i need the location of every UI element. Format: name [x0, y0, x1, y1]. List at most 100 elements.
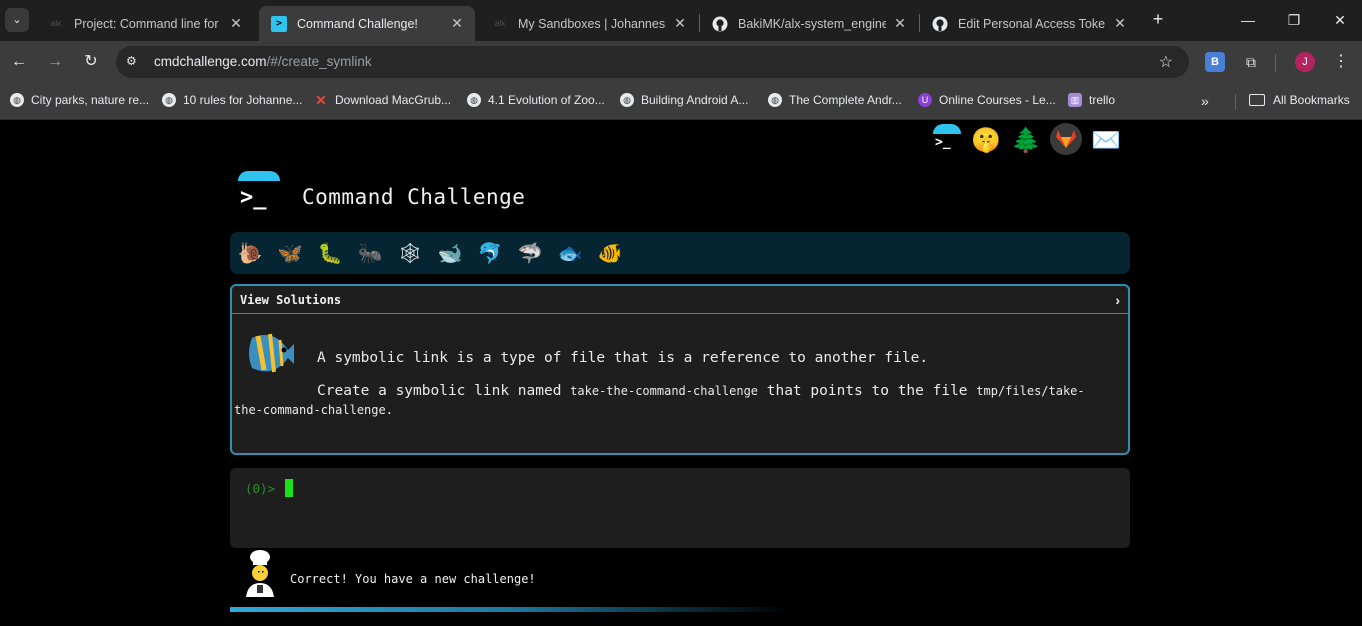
bookmark-item[interactable]: ✕ Download MacGrub... [314, 91, 451, 108]
browser-toolbar: ← → ↻ ⚙ cmdchallenge.com/#/create_symlin… [0, 41, 1362, 84]
challenge-intro: A symbolic link is a type of file that i… [317, 350, 929, 366]
forward-button[interactable]: → [44, 51, 66, 73]
tree-icon[interactable]: 🌲 [1010, 123, 1042, 157]
url-text: cmdchallenge.com/#/create_symlink [154, 54, 372, 69]
globe-icon: ◍ [467, 93, 481, 107]
url-host: cmdchallenge.com [154, 54, 267, 69]
shark-icon[interactable]: 🦈 [516, 239, 544, 267]
task-text: . [385, 403, 393, 417]
more-bookmarks-chevron-icon[interactable]: » [1201, 93, 1209, 109]
trello-icon: ▥ [1068, 93, 1082, 107]
bookmark-label: Online Courses - Le... [939, 93, 1056, 107]
tab-title: Edit Personal Access Token ( [958, 16, 1106, 31]
ant-icon[interactable]: 🐜 [356, 239, 384, 267]
page-title: Command Challenge [302, 185, 526, 209]
butterfly-icon[interactable]: 🦋 [276, 239, 304, 267]
spider-web-icon[interactable]: 🕸 [396, 239, 424, 267]
challenge-panel: View Solutions › A symbolic link is a ty… [230, 284, 1130, 455]
fish-icon[interactable]: 🐟 [556, 239, 584, 267]
bookmark-label: Building Android A... [641, 93, 749, 107]
tab-title: Command Challenge! [297, 16, 418, 31]
cook-icon [244, 549, 276, 597]
challenge-description: A symbolic link is a type of file that i… [234, 348, 1110, 420]
toolbar-separator [1275, 54, 1276, 72]
bookmark-item[interactable]: ◍ City parks, nature re... [10, 93, 149, 107]
dolphin-icon[interactable]: 🐬 [476, 239, 504, 267]
gitlab-icon[interactable] [1050, 123, 1082, 155]
bookmark-item[interactable]: ◍ 4.1 Evolution of Zoo... [467, 93, 605, 107]
tab-github-token[interactable]: Edit Personal Access Token ( ✕ [920, 6, 1138, 41]
task-text: that points to the file [758, 383, 977, 399]
tab-sandboxes[interactable]: alx My Sandboxes | Johannesburg ✕ [480, 6, 698, 41]
new-tab-button[interactable]: + [1148, 9, 1168, 29]
chevron-right-icon[interactable]: › [1115, 292, 1120, 308]
snail-icon[interactable]: 🐌 [236, 239, 264, 267]
caterpillar-icon[interactable]: 🐛 [316, 239, 344, 267]
close-icon[interactable]: ✕ [1112, 15, 1128, 32]
browser-menu-icon[interactable]: ⋮ [1333, 52, 1349, 72]
bookmark-item[interactable]: ◍ Building Android A... [620, 93, 748, 107]
folder-icon [1249, 94, 1265, 106]
challenge-task: Create a symbolic link named take-the-co… [250, 381, 1110, 401]
close-icon[interactable]: ✕ [449, 15, 465, 32]
address-bar[interactable]: ⚙ cmdchallenge.com/#/create_symlink ☆ [116, 46, 1189, 78]
task-code: tmp/files/take- [976, 384, 1085, 398]
reload-button[interactable]: ↻ [80, 51, 102, 73]
bookmark-item[interactable]: ◍ 10 rules for Johanne... [162, 93, 302, 107]
bookmark-item[interactable]: ▥ trello [1068, 93, 1115, 107]
task-code: the-command-challenge [234, 403, 386, 417]
logo: >_ [236, 171, 284, 215]
challenge-task-wrap: the-command-challenge. [234, 400, 1110, 420]
bookmark-label: 10 rules for Johanne... [183, 93, 303, 107]
bookmark-star-icon[interactable]: ☆ [1159, 52, 1173, 72]
tab-command-challenge[interactable]: > Command Challenge! ✕ [259, 6, 475, 41]
bookmark-label: 4.1 Evolution of Zoo... [488, 93, 605, 107]
view-solutions-header[interactable]: View Solutions › [232, 286, 1128, 314]
globe-icon: ◍ [10, 93, 24, 107]
tab-search-button[interactable]: ⌄ [5, 8, 29, 32]
restore-button[interactable]: ❐ [1280, 8, 1308, 32]
x-icon: ✕ [315, 91, 327, 108]
bookmark-item[interactable]: ◍ The Complete Andr... [768, 93, 902, 107]
tab-project[interactable]: alx Project: Command line for the ✕ [36, 6, 254, 41]
terminal-icon[interactable]: >_ [930, 123, 962, 157]
all-bookmarks-button[interactable]: All Bookmarks [1249, 93, 1350, 107]
alx-icon: alx [494, 19, 506, 28]
tab-strip: ⌄ alx Project: Command line for the ✕ > … [0, 0, 1362, 41]
header-icons: >_ 🤫 🌲 ✉️ [930, 123, 1122, 157]
close-window-button[interactable]: ✕ [1326, 8, 1354, 32]
tab-title: BakiMK/alx-system_engineering [738, 16, 886, 31]
bookmark-label: City parks, nature re... [31, 93, 150, 107]
bookmarks-bar: ◍ City parks, nature re... ◍ 10 rules fo… [0, 84, 1362, 120]
tab-title: Project: Command line for the [74, 16, 222, 31]
terminal-prompt: (0)> [245, 481, 276, 496]
bookmarks-separator [1235, 94, 1236, 110]
site-info-icon[interactable]: ⚙ [126, 54, 137, 68]
extensions-puzzle-icon[interactable]: ⧉ [1241, 52, 1261, 72]
tropical-fish-icon[interactable]: 🐠 [596, 239, 624, 267]
close-icon[interactable]: ✕ [892, 15, 908, 32]
whale-icon[interactable]: 🐋 [436, 239, 464, 267]
minimize-button[interactable]: — [1234, 8, 1262, 32]
bookmark-item[interactable]: U Online Courses - Le... [918, 93, 1056, 107]
envelope-icon[interactable]: ✉️ [1090, 123, 1122, 157]
page-content: >_ 🤫 🌲 ✉️ >_ Command Challenge 🐌 🦋 🐛 🐜 🕸… [0, 121, 1362, 626]
url-path: /#/create_symlink [266, 54, 372, 69]
challenge-progress-bar: 🐌 🦋 🐛 🐜 🕸 🐋 🐬 🦈 🐟 🐠 [230, 232, 1130, 274]
globe-icon: ◍ [768, 93, 782, 107]
loading-progress-bar [230, 607, 790, 612]
back-button[interactable]: ← [8, 51, 30, 73]
shushing-face-icon[interactable]: 🤫 [970, 123, 1002, 157]
status-message: Correct! You have a new challenge! [290, 572, 536, 586]
terminal-input[interactable]: (0)> [230, 468, 1130, 548]
profile-avatar[interactable]: J [1295, 52, 1315, 72]
udemy-icon: U [918, 93, 932, 107]
globe-icon: ◍ [620, 93, 634, 107]
task-text: Create a symbolic link named [317, 383, 571, 399]
bookmark-label: The Complete Andr... [789, 93, 902, 107]
close-icon[interactable]: ✕ [228, 15, 244, 32]
close-icon[interactable]: ✕ [672, 15, 688, 32]
tab-github-repo[interactable]: BakiMK/alx-system_engineering ✕ [700, 6, 918, 41]
github-icon [712, 16, 728, 32]
extension-shield-icon[interactable]: B [1205, 52, 1225, 72]
